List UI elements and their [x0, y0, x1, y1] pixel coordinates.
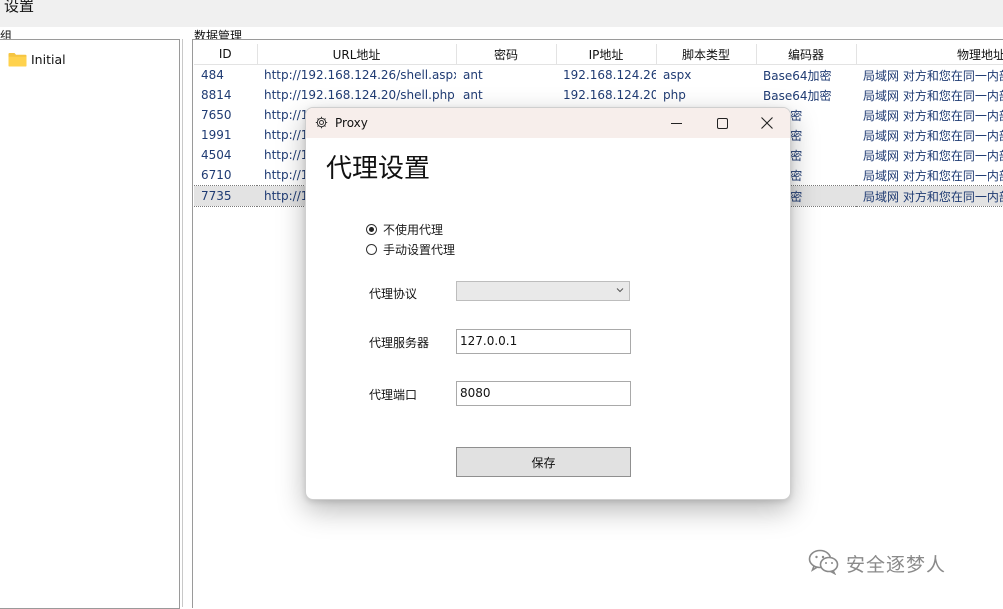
- protocol-select[interactable]: [456, 281, 630, 301]
- protocol-label: 代理协议: [369, 287, 418, 301]
- radio-manual-proxy-label: 手动设置代理: [383, 242, 456, 257]
- table-row[interactable]: 8814 http://192.168.124.20/shell.php ant 19…: [194, 85, 1003, 105]
- maximize-icon: [716, 117, 728, 129]
- cell-encoder: Base64加密: [763, 88, 832, 103]
- tree-item-label: Initial: [31, 51, 66, 67]
- column-header-password[interactable]: 密码: [456, 44, 557, 65]
- menu-bar: 设置: [0, 0, 1003, 27]
- cell-id: 4504: [201, 148, 232, 162]
- radio-no-proxy[interactable]: 不使用代理: [366, 220, 443, 238]
- radio-button-no-proxy[interactable]: [366, 223, 377, 235]
- cell-script-type: php: [663, 88, 686, 102]
- wechat-icon: [808, 549, 840, 578]
- cell-url: http://192.168.124.26/shell.aspx: [264, 68, 456, 82]
- dialog-heading: 代理设置: [326, 154, 431, 184]
- group-panel: Initial: [0, 39, 180, 609]
- column-header-url[interactable]: URL地址: [257, 44, 457, 65]
- proxy-dialog: Proxy 代理设置 不使用代理 手动设置代理 代理协议 代理服务器 127.0…: [305, 107, 791, 500]
- panel-splitter[interactable]: [182, 39, 183, 607]
- cell-script-type: aspx: [663, 68, 692, 82]
- cell-location: 局域网 对方和您在同一内部: [856, 185, 1003, 207]
- save-button[interactable]: 保存: [456, 447, 631, 477]
- tree-item-initial[interactable]: Initial: [8, 50, 66, 68]
- cell-location: 局域网 对方和您在同一内部: [863, 108, 1003, 123]
- cell-id: 6710: [201, 168, 232, 182]
- watermark-text: 安全逐梦人: [846, 553, 947, 576]
- radio-button-manual-proxy[interactable]: [366, 243, 377, 255]
- cell-id: 1991: [201, 128, 232, 142]
- close-button[interactable]: [744, 108, 790, 138]
- cell-location: 局域网 对方和您在同一内部: [863, 148, 1003, 163]
- cell-location: 局域网 对方和您在同一内部: [863, 88, 1003, 103]
- cell-id: 7650: [201, 108, 232, 122]
- cell-ip: 192.168.124.26: [563, 68, 656, 82]
- cell-location: 局域网 对方和您在同一内部: [863, 168, 1003, 183]
- radio-manual-proxy[interactable]: 手动设置代理: [366, 240, 455, 258]
- cell-id: 7735: [194, 185, 257, 207]
- chevron-down-icon: [616, 285, 624, 296]
- watermark: 安全逐梦人: [808, 548, 946, 578]
- cell-encoder: Base64加密: [763, 68, 832, 83]
- column-header-encoder[interactable]: 编码器: [756, 44, 857, 65]
- gear-icon: [315, 116, 328, 132]
- port-label: 代理端口: [369, 388, 418, 402]
- radio-no-proxy-label: 不使用代理: [383, 222, 444, 237]
- cell-location: 局域网 对方和您在同一内部: [863, 68, 1003, 83]
- server-label: 代理服务器: [369, 336, 430, 350]
- cell-password: ant: [463, 88, 483, 102]
- column-header-id[interactable]: ID: [194, 44, 258, 65]
- cell-url: http://192.168.124.20/shell.php: [264, 88, 455, 102]
- column-header-ip[interactable]: IP地址: [556, 44, 657, 65]
- dialog-title: Proxy: [335, 116, 368, 130]
- table-header-row: ID URL地址 密码 IP地址 脚本类型 编码器 物理地址: [194, 44, 1003, 65]
- server-input[interactable]: 127.0.0.1: [456, 329, 631, 354]
- cell-ip: 192.168.124.20: [563, 88, 656, 102]
- maximize-button[interactable]: [699, 108, 745, 138]
- minimize-button[interactable]: [653, 108, 699, 138]
- column-header-script-type[interactable]: 脚本类型: [656, 44, 757, 65]
- table-row[interactable]: 484 http://192.168.124.26/shell.aspx ant 19…: [194, 65, 1003, 86]
- cell-id: 484: [201, 68, 224, 82]
- folder-icon: [8, 52, 27, 67]
- column-header-location[interactable]: 物理地址: [856, 44, 1003, 65]
- cell-location: 局域网 对方和您在同一内部: [863, 128, 1003, 143]
- port-input[interactable]: 8080: [456, 381, 631, 406]
- close-icon: [761, 117, 773, 129]
- cell-id: 8814: [201, 88, 232, 102]
- menu-item-settings[interactable]: 设置: [4, 0, 34, 16]
- cell-password: ant: [463, 68, 483, 82]
- minimize-icon: [670, 122, 682, 124]
- dialog-titlebar[interactable]: Proxy: [306, 108, 790, 138]
